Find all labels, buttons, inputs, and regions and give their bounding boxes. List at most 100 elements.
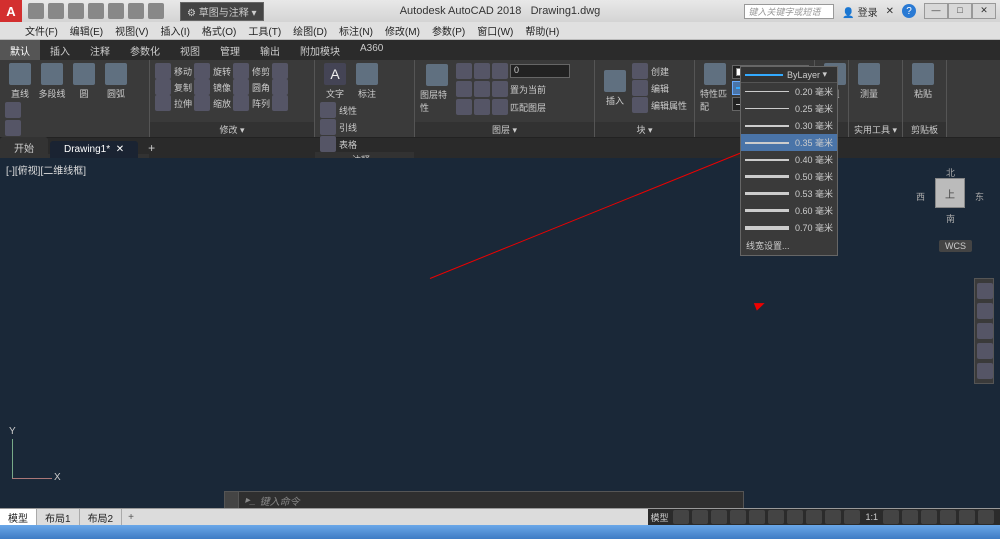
- lineweight-item-2[interactable]: 0.30 毫米: [741, 117, 837, 134]
- exchange-icon[interactable]: ✕: [886, 6, 894, 17]
- array-button[interactable]: 阵列: [233, 95, 270, 111]
- viewcube-north[interactable]: 北: [946, 166, 955, 179]
- text-button[interactable]: A文字: [320, 63, 350, 100]
- layer-tool-5[interactable]: [474, 99, 490, 115]
- help-icon[interactable]: ?: [902, 4, 916, 18]
- layout2-tab[interactable]: 布局2: [80, 509, 123, 526]
- modify-extra-2[interactable]: [272, 79, 288, 95]
- fillet-button[interactable]: 圆角: [233, 79, 270, 95]
- isolate-objects-icon[interactable]: [940, 510, 956, 524]
- drawing-tab[interactable]: Drawing1* ✕: [50, 141, 138, 158]
- arc-button[interactable]: 圆弧: [101, 63, 131, 100]
- viewcube-top[interactable]: 上: [935, 178, 965, 208]
- edit-attr-button[interactable]: 编辑属性: [632, 97, 687, 113]
- menu-help[interactable]: 帮助(H): [525, 23, 559, 38]
- nav-wheel-icon[interactable]: [977, 283, 993, 299]
- layer-tool-1[interactable]: [456, 81, 472, 97]
- draw-flyout-1[interactable]: [5, 102, 21, 118]
- open-icon[interactable]: [48, 3, 64, 19]
- stretch-button[interactable]: 拉伸: [155, 95, 192, 111]
- model-tab[interactable]: 模型: [0, 509, 37, 526]
- grid-toggle-icon[interactable]: [673, 510, 689, 524]
- edit-block-button[interactable]: 编辑: [632, 80, 687, 96]
- layer-properties-button[interactable]: 图层特性: [420, 64, 454, 114]
- nav-zoom-icon[interactable]: [977, 323, 993, 339]
- lineweight-settings[interactable]: 线宽设置...: [741, 236, 837, 255]
- viewcube-west[interactable]: 西: [916, 190, 925, 203]
- menu-file[interactable]: 文件(F): [25, 23, 58, 38]
- dyn-input-toggle-icon[interactable]: [844, 510, 860, 524]
- lweight-toggle-icon[interactable]: [787, 510, 803, 524]
- lineweight-item-1[interactable]: 0.25 毫米: [741, 100, 837, 117]
- anno-visibility-icon[interactable]: [883, 510, 899, 524]
- ribbon-tab-insert[interactable]: 插入: [40, 40, 80, 60]
- layer-state-icon-2[interactable]: [474, 63, 490, 79]
- panel-label-clipboard[interactable]: 剪贴板: [903, 122, 946, 137]
- new-icon[interactable]: [28, 3, 44, 19]
- snap-toggle-icon[interactable]: [692, 510, 708, 524]
- transparency-toggle-icon[interactable]: [806, 510, 822, 524]
- viewcube-east[interactable]: 东: [975, 190, 984, 203]
- nav-showmotion-icon[interactable]: [977, 363, 993, 379]
- layer-state-icon-3[interactable]: [492, 63, 508, 79]
- dimension-button[interactable]: 标注: [352, 63, 382, 100]
- layer-state-icon[interactable]: [456, 63, 472, 79]
- ortho-toggle-icon[interactable]: [711, 510, 727, 524]
- lineweight-item-8[interactable]: 0.70 毫米: [741, 219, 837, 236]
- cycling-toggle-icon[interactable]: [825, 510, 841, 524]
- save-icon[interactable]: [68, 3, 84, 19]
- move-button[interactable]: 移动: [155, 63, 192, 79]
- circle-button[interactable]: 圆: [69, 63, 99, 100]
- paste-button[interactable]: 粘贴: [908, 63, 938, 100]
- lineweight-item-7[interactable]: 0.60 毫米: [741, 202, 837, 219]
- menu-dim[interactable]: 标注(N): [339, 23, 373, 38]
- copy-button[interactable]: 复制: [155, 79, 192, 95]
- new-tab-button[interactable]: +: [140, 138, 163, 158]
- menu-window[interactable]: 窗口(W): [477, 23, 513, 38]
- layer-tool-4[interactable]: [456, 99, 472, 115]
- anno-scale[interactable]: 1:1: [863, 512, 880, 522]
- layer-tool-3[interactable]: [492, 81, 508, 97]
- lineweight-bylayer-item[interactable]: ByLayer ▾: [741, 67, 837, 83]
- menu-view[interactable]: 视图(V): [115, 23, 148, 38]
- command-line[interactable]: ▸_键入命令: [224, 491, 744, 509]
- workspace-switch-icon[interactable]: [902, 510, 918, 524]
- modify-extra-3[interactable]: [272, 95, 288, 111]
- view-cube[interactable]: 北 西 东 南 上: [920, 168, 980, 238]
- ribbon-tab-parametric[interactable]: 参数化: [120, 40, 170, 60]
- cmdline-grip-icon[interactable]: [225, 492, 239, 508]
- line-button[interactable]: 直线: [5, 63, 35, 100]
- undo-icon[interactable]: [128, 3, 144, 19]
- table-button[interactable]: 表格: [320, 136, 357, 152]
- viewport-controls[interactable]: [-][俯视][二维线框]: [6, 162, 86, 177]
- nav-pan-icon[interactable]: [977, 303, 993, 319]
- menu-param[interactable]: 参数(P): [432, 23, 465, 38]
- ribbon-tab-output[interactable]: 输出: [250, 40, 290, 60]
- maximize-button[interactable]: □: [948, 3, 972, 19]
- layout1-tab[interactable]: 布局1: [37, 509, 80, 526]
- measure-button[interactable]: 测量: [854, 63, 884, 100]
- trim-button[interactable]: 修剪: [233, 63, 270, 79]
- menu-modify[interactable]: 修改(M): [385, 23, 420, 38]
- add-layout-button[interactable]: +: [122, 511, 140, 524]
- close-button[interactable]: ✕: [972, 3, 996, 19]
- start-tab[interactable]: 开始: [0, 137, 48, 158]
- panel-label-layer[interactable]: 图层 ▾: [415, 122, 594, 137]
- signin-link[interactable]: 👤 登录: [842, 4, 877, 19]
- workspace-selector[interactable]: ⚙ 草图与注释 ▾: [180, 2, 264, 21]
- modify-extra-1[interactable]: [272, 63, 288, 79]
- ribbon-tab-annotate[interactable]: 注释: [80, 40, 120, 60]
- redo-icon[interactable]: [148, 3, 164, 19]
- ribbon-tab-addins[interactable]: 附加模块: [290, 40, 350, 60]
- wcs-label[interactable]: WCS: [939, 240, 972, 252]
- lineweight-item-4[interactable]: 0.40 毫米: [741, 151, 837, 168]
- print-icon[interactable]: [108, 3, 124, 19]
- scale-button[interactable]: 缩放: [194, 95, 231, 111]
- minimize-button[interactable]: —: [924, 3, 948, 19]
- create-block-button[interactable]: 创建: [632, 63, 687, 79]
- hardware-accel-icon[interactable]: [921, 510, 937, 524]
- saveas-icon[interactable]: [88, 3, 104, 19]
- match-layer-button[interactable]: 匹配图层: [510, 101, 546, 114]
- ribbon-tab-manage[interactable]: 管理: [210, 40, 250, 60]
- panel-label-modify[interactable]: 修改 ▾: [150, 122, 314, 137]
